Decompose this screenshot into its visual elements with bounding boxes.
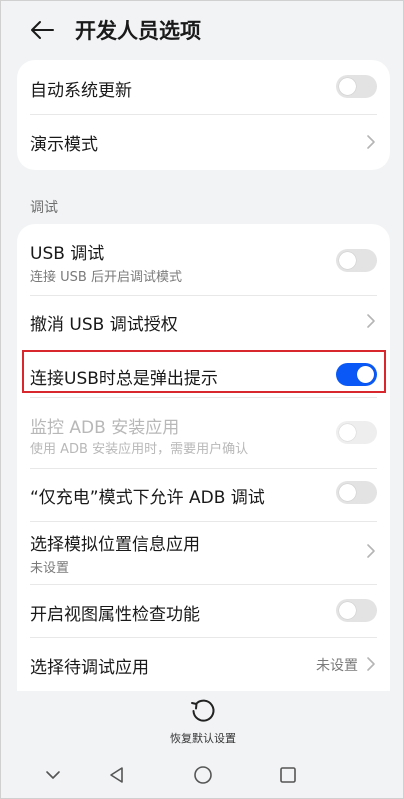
usb-popup-toggle[interactable] (336, 363, 377, 386)
view-inspect-label: 开启视图属性检查功能 (30, 605, 200, 625)
debug-app-row[interactable]: 选择待调试应用 未设置 (17, 638, 390, 691)
usb-debug-row[interactable]: USB 调试 连接 USB 后开启调试模式 (17, 224, 390, 296)
system-nav-bar (1, 751, 404, 799)
revoke-usb-label: 撤消 USB 调试授权 (30, 315, 178, 335)
chevron-right-icon (367, 314, 375, 328)
chevron-right-icon (367, 135, 375, 149)
nav-back-icon[interactable] (107, 765, 127, 785)
usb-debug-label: USB 调试 (30, 244, 105, 264)
nav-recents-icon[interactable] (278, 765, 298, 785)
system-card: 自动系统更新 演示模式 (17, 60, 390, 170)
mock-location-sub: 未设置 (30, 561, 70, 576)
view-inspect-row[interactable]: 开启视图属性检查功能 (17, 585, 390, 637)
reset-label[interactable]: 恢复默认设置 (1, 730, 404, 746)
debug-app-label: 选择待调试应用 (30, 658, 149, 678)
reset-icon[interactable] (189, 698, 217, 726)
monitor-adb-label: 监控 ADB 安装应用 (30, 418, 180, 438)
chevron-right-icon (367, 657, 375, 671)
demo-mode-row[interactable]: 演示模式 (17, 115, 390, 170)
auto-update-row[interactable]: 自动系统更新 (17, 60, 390, 114)
nav-home-icon[interactable] (193, 765, 213, 785)
revoke-usb-row[interactable]: 撤消 USB 调试授权 (17, 296, 390, 350)
view-inspect-toggle[interactable] (336, 599, 377, 622)
debug-app-value: 未设置 (316, 658, 358, 674)
monitor-adb-toggle (336, 421, 377, 444)
charge-adb-label: “仅充电”模式下允许 ADB 调试 (30, 488, 265, 508)
monitor-adb-sub: 使用 ADB 安装应用时，需要用户确认 (30, 442, 249, 457)
usb-popup-label: 连接USB时总是弹出提示 (30, 369, 218, 389)
section-debug-label: 调试 (30, 200, 58, 216)
monitor-adb-row: 监控 ADB 安装应用 使用 ADB 安装应用时，需要用户确认 (17, 398, 390, 468)
debug-card: USB 调试 连接 USB 后开启调试模式 撤消 USB 调试授权 连接USB时… (17, 224, 390, 691)
auto-update-label: 自动系统更新 (30, 81, 132, 101)
page-title: 开发人员选项 (75, 19, 201, 43)
mock-location-row[interactable]: 选择模拟位置信息应用 未设置 (17, 522, 390, 584)
nav-collapse-icon[interactable] (43, 765, 63, 785)
auto-update-toggle[interactable] (336, 75, 377, 98)
back-arrow-icon[interactable] (29, 17, 55, 43)
charge-adb-row[interactable]: “仅充电”模式下允许 ADB 调试 (17, 469, 390, 521)
usb-popup-row[interactable]: 连接USB时总是弹出提示 (17, 351, 390, 397)
usb-debug-sub: 连接 USB 后开启调试模式 (30, 270, 182, 285)
charge-adb-toggle[interactable] (336, 481, 377, 504)
mock-location-label: 选择模拟位置信息应用 (30, 535, 200, 555)
usb-debug-toggle[interactable] (336, 249, 377, 272)
top-bar: 开发人员选项 (1, 1, 404, 59)
chevron-right-icon (367, 544, 375, 558)
demo-mode-label: 演示模式 (30, 135, 98, 155)
